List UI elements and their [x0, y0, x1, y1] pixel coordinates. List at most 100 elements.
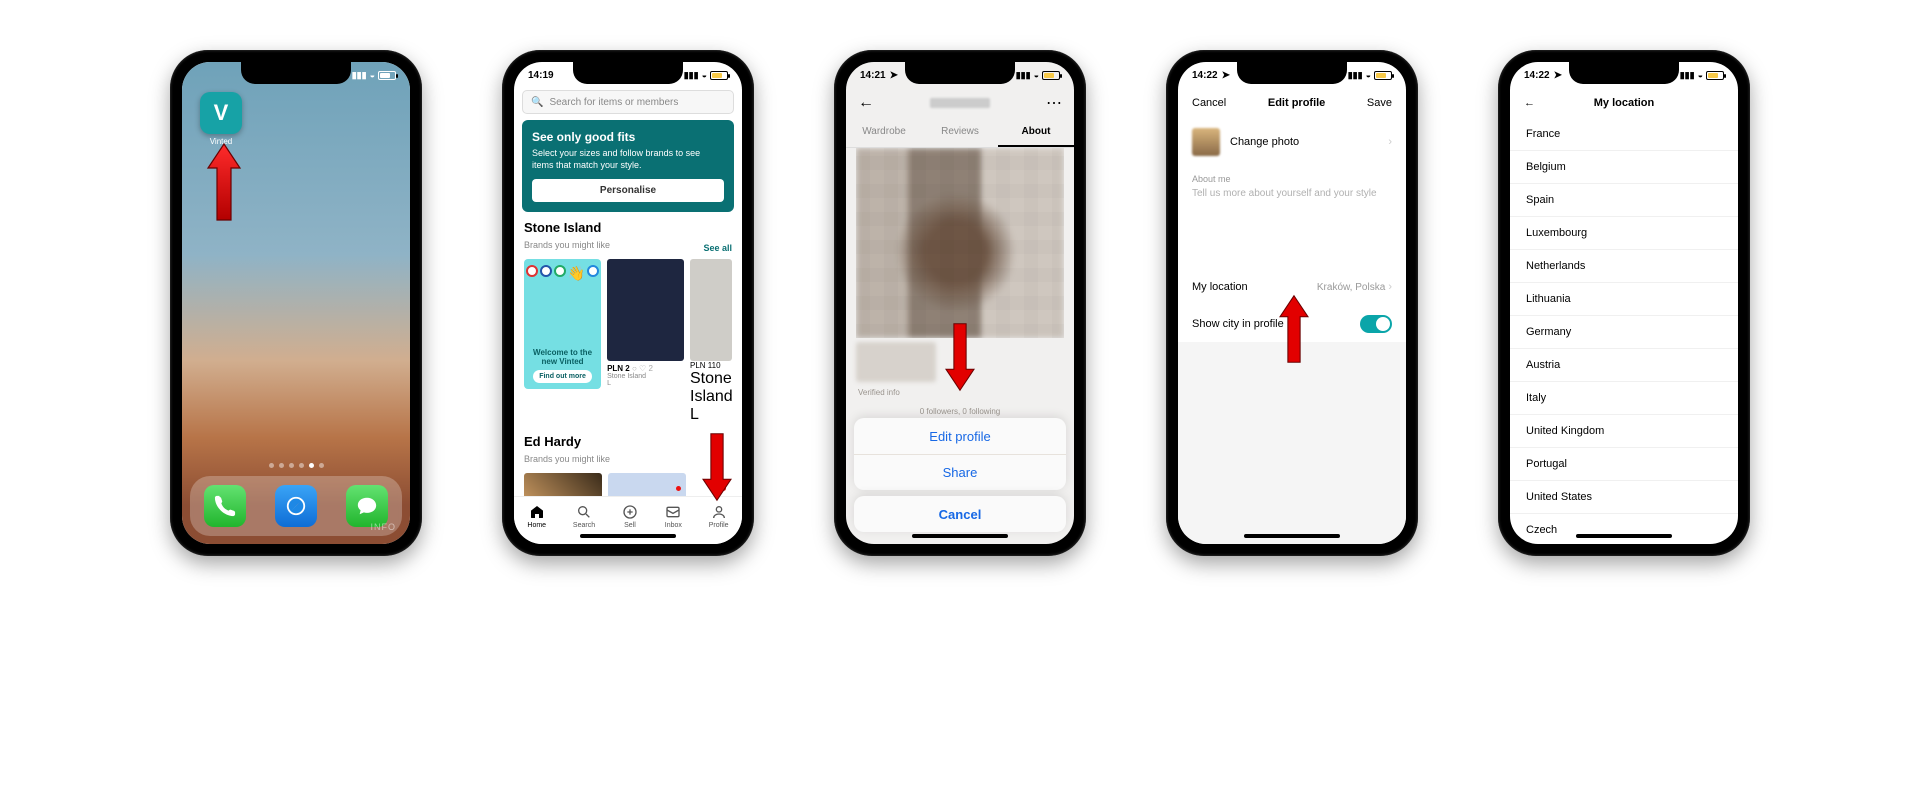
phone-1-home-screen: ▮▮▮ ◒ V Vinted INFO [170, 50, 422, 556]
country-row[interactable]: France [1510, 118, 1738, 151]
country-row[interactable]: United Kingdom [1510, 415, 1738, 448]
country-row[interactable]: Luxembourg [1510, 217, 1738, 250]
personalise-button[interactable]: Personalise [532, 179, 724, 202]
banner-text: Select your sizes and follow brands to s… [532, 148, 724, 171]
section-title: Stone Island [524, 220, 610, 235]
country-row[interactable]: United States [1510, 481, 1738, 514]
phone-3-profile-about: 14:21➤ ▮▮▮ ◒ ← ⋯ Wardrobe Reviews About … [834, 50, 1086, 556]
vinted-app-label: Vinted [200, 137, 242, 146]
about-me-input[interactable]: Tell us more about yourself and your sty… [1178, 184, 1406, 269]
cancel-button[interactable]: Cancel [1192, 97, 1226, 109]
blurred-content [856, 342, 936, 382]
profile-icon [711, 504, 727, 520]
country-row[interactable]: Austria [1510, 349, 1738, 382]
tab-reviews[interactable]: Reviews [922, 118, 998, 147]
country-row[interactable]: Spain [1510, 184, 1738, 217]
verified-info-label: Verified info [858, 388, 900, 397]
wifi-icon: ◒ [370, 70, 375, 80]
section-subtitle: Brands you might like [524, 240, 610, 250]
watermark: INFO [371, 522, 397, 532]
followers-count: 0 followers, 0 following [846, 407, 1074, 416]
country-row[interactable]: Czech [1510, 514, 1738, 534]
section-subtitle: Brands you might like [524, 454, 610, 464]
wifi-icon: ◒ [1366, 70, 1371, 80]
location-arrow-icon: ➤ [1554, 70, 1562, 81]
empty-area [1178, 342, 1406, 544]
chevron-right-icon: › [1388, 281, 1392, 293]
safari-app-icon[interactable] [275, 485, 317, 527]
messages-app-icon[interactable] [346, 485, 388, 527]
search-placeholder: Search for items or members [549, 97, 678, 108]
page-title: Edit profile [1268, 97, 1325, 109]
search-input[interactable]: 🔍 Search for items or members [522, 90, 734, 114]
action-sheet: Edit profile Share [854, 418, 1066, 490]
back-icon[interactable]: ← [858, 94, 874, 112]
profile-photo-thumb [1192, 128, 1220, 156]
my-location-row[interactable]: My location Kraków, Polska › [1178, 269, 1406, 305]
signal-icon: ▮▮▮ [1016, 70, 1031, 81]
profile-username-blurred [930, 98, 990, 108]
location-arrow-icon: ➤ [890, 70, 898, 81]
wifi-icon: ◒ [1698, 70, 1703, 80]
battery-icon [1706, 71, 1724, 80]
battery-icon [710, 71, 728, 80]
status-time: 14:21 [860, 70, 886, 81]
back-icon[interactable]: ← [1524, 97, 1535, 109]
battery-icon [1374, 71, 1392, 80]
wallpaper [182, 62, 410, 544]
personalise-banner: See only good fits Select your sizes and… [522, 120, 734, 212]
about-me-label: About me [1178, 166, 1406, 184]
section-title: Ed Hardy [524, 434, 610, 449]
tab-sell[interactable]: Sell [622, 504, 638, 529]
edit-profile-option[interactable]: Edit profile [854, 418, 1066, 454]
search-icon [576, 504, 592, 520]
page-indicator [182, 463, 410, 468]
wifi-icon: ◒ [702, 70, 707, 80]
signal-icon: ▮▮▮ [684, 70, 699, 81]
save-button[interactable]: Save [1367, 97, 1392, 109]
phone-app-icon[interactable] [204, 485, 246, 527]
promo-text: Welcome to the new Vinted [530, 348, 595, 366]
country-list[interactable]: FranceBelgiumSpainLuxembourgNetherlandsL… [1510, 118, 1738, 534]
signal-icon: ▮▮▮ [1348, 70, 1363, 81]
listing-card[interactable]: PLN 2 ○ ♡ 2 Stone Island L [607, 259, 684, 424]
country-row[interactable]: Lithuania [1510, 283, 1738, 316]
home-icon [529, 504, 545, 520]
share-option[interactable]: Share [854, 454, 1066, 490]
location-arrow-icon: ➤ [1222, 70, 1230, 81]
listing-image [607, 259, 684, 361]
tab-wardrobe[interactable]: Wardrobe [846, 118, 922, 147]
vinted-app-icon[interactable]: V [200, 92, 242, 134]
battery-icon [378, 71, 396, 80]
tab-inbox[interactable]: Inbox [665, 504, 682, 529]
phone-4-edit-profile: 14:22 ➤ ▮▮▮ ◒ Cancel Edit profile Save Ch… [1166, 50, 1418, 556]
change-photo-row[interactable]: Change photo › [1178, 118, 1406, 166]
promo-cta[interactable]: Find out more [533, 370, 592, 383]
profile-tabs: Wardrobe Reviews About [846, 118, 1074, 148]
signal-icon: ▮▮▮ [352, 70, 367, 81]
tab-search[interactable]: Search [573, 504, 595, 529]
country-row[interactable]: Portugal [1510, 448, 1738, 481]
listing-card[interactable]: PLN 110 Stone Island L [690, 259, 732, 424]
promo-card[interactable]: 👋 Welcome to the new Vinted Find out mor… [524, 259, 601, 389]
country-row[interactable]: Belgium [1510, 151, 1738, 184]
search-icon: 🔍 [531, 97, 543, 108]
listing-image [690, 259, 732, 361]
notification-badge [676, 486, 681, 491]
tab-about[interactable]: About [998, 118, 1074, 147]
chevron-right-icon: › [1388, 136, 1392, 148]
plus-circle-icon [622, 504, 638, 520]
tab-profile[interactable]: Profile [709, 504, 729, 529]
more-icon[interactable]: ⋯ [1046, 93, 1062, 113]
status-time: 14:19 [528, 70, 554, 81]
page-title: My location [1594, 97, 1655, 109]
country-row[interactable]: Germany [1510, 316, 1738, 349]
wifi-icon: ◒ [1034, 70, 1039, 80]
country-row[interactable]: Italy [1510, 382, 1738, 415]
cancel-button[interactable]: Cancel [854, 496, 1066, 532]
tab-home[interactable]: Home [527, 504, 546, 529]
toggle-switch[interactable] [1360, 315, 1392, 333]
country-row[interactable]: Netherlands [1510, 250, 1738, 283]
status-time: 14:22 [1192, 70, 1218, 81]
see-all-link[interactable]: See all [703, 243, 732, 253]
